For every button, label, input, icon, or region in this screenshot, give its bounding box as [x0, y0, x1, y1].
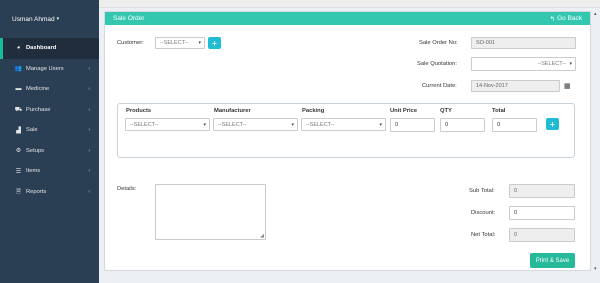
chevron-down-icon: ▾	[203, 121, 206, 128]
scroll-down-icon[interactable]: ▾	[594, 266, 597, 272]
col-total: Total	[492, 108, 506, 114]
sidebar-item-label: Dashboard	[26, 45, 57, 52]
net-total-field[interactable]: 0	[509, 228, 575, 242]
col-packing: Packing	[302, 108, 325, 114]
go-back-label: Go Back	[557, 15, 582, 22]
caret-down-icon: ▾	[56, 16, 60, 22]
chevron-left-icon: ‹	[88, 127, 90, 134]
sale-order-panel: Sale Order ↰ Go Back Customer: --SELECT-…	[104, 11, 591, 271]
sidebar-item-medicine[interactable]: ▬ Medicine ‹	[0, 79, 99, 100]
unit-price-value: 0	[395, 122, 399, 128]
sidebar: Usman Ahmad ▾ ◕ Dashboard 👥 Manage Users ‹ ▬ M…	[0, 0, 99, 283]
scroll-up-icon[interactable]: ▴	[594, 11, 597, 17]
col-unit-price: Unit Price	[390, 108, 418, 114]
manufacturer-select[interactable]: --SELECT-- ▾	[213, 118, 298, 131]
products-box: Products Manufacturer Packing Unit Price…	[117, 103, 575, 158]
chevron-left-icon: ‹	[88, 168, 90, 175]
briefcase-icon: ▬	[15, 86, 22, 93]
sidebar-item-label: Medicine	[26, 86, 50, 93]
sale-order-value: SO-001	[476, 40, 495, 46]
sidebar-item-manage-users[interactable]: 👥 Manage Users ‹	[0, 59, 99, 80]
sidebar-item-label: Reports	[26, 188, 47, 195]
go-back-button[interactable]: ↰ Go Back	[550, 15, 582, 23]
sidebar-item-sale[interactable]: ▟ Sale ‹	[0, 120, 99, 141]
customer-select-value: --SELECT--	[160, 40, 189, 46]
chevron-left-icon: ‹	[88, 106, 90, 113]
sale-quotation-value: --SELECT--	[537, 61, 566, 67]
sidebar-item-label: Purchase	[26, 106, 51, 113]
customer-select[interactable]: --SELECT-- ▾	[155, 37, 205, 49]
chevron-down-icon: ▾	[198, 40, 201, 46]
top-navbar	[99, 0, 600, 8]
list-icon: ☰	[15, 168, 22, 175]
sidebar-item-label: Setups	[26, 147, 45, 154]
packing-select-value: --SELECT--	[306, 121, 335, 128]
sub-total-label: Sub Total:	[469, 188, 495, 194]
chevron-left-icon: ‹	[88, 188, 90, 195]
chevron-left-icon: ‹	[88, 65, 90, 72]
products-select-value: --SELECT--	[130, 121, 159, 128]
panel-header: Sale Order ↰ Go Back	[105, 12, 590, 25]
sale-quotation-label: Sale Quotation:	[417, 61, 457, 67]
dashboard-icon: ◕	[16, 45, 21, 52]
qty-input[interactable]: 0	[440, 118, 485, 132]
sidebar-item-label: Items	[26, 168, 41, 175]
users-icon: 👥	[14, 66, 23, 73]
sidebar-item-setups[interactable]: ⚙ Setups ‹	[0, 141, 99, 162]
sale-order-label: Sale Order No:	[419, 40, 458, 46]
back-arrow-icon: ↰	[549, 15, 556, 23]
user-menu[interactable]: Usman Ahmad ▾	[0, 0, 99, 38]
print-save-button[interactable]: Print & Save	[530, 253, 575, 268]
total-input[interactable]: 0	[492, 118, 537, 132]
chevron-left-icon: ‹	[88, 86, 90, 93]
chevron-down-icon: ▾	[291, 121, 294, 128]
unit-price-input[interactable]: 0	[390, 118, 435, 132]
print-save-label: Print & Save	[535, 257, 570, 264]
add-customer-button[interactable]: +	[208, 37, 221, 49]
details-label: Details:	[117, 186, 137, 192]
discount-input[interactable]: 0	[509, 206, 575, 220]
current-date-value: 14-Nov-2017	[476, 83, 508, 89]
chevron-down-icon: ▾	[379, 121, 382, 128]
sidebar-item-items[interactable]: ☰ Items ‹	[0, 161, 99, 182]
user-name: Usman Ahmad	[12, 15, 55, 23]
sidebar-item-label: Sale	[26, 127, 38, 134]
chart-icon: ▟	[16, 127, 21, 134]
sub-total-field[interactable]: 0	[509, 184, 575, 198]
calendar-icon[interactable]: ▦	[564, 82, 571, 90]
discount-label: Discount:	[471, 210, 496, 216]
col-qty: QTY	[440, 108, 452, 114]
chevron-down-icon: ▾	[569, 61, 572, 67]
sidebar-item-reports[interactable]: 🗎 Reports ‹	[0, 182, 99, 203]
qty-value: 0	[445, 122, 449, 128]
manufacturer-select-value: --SELECT--	[218, 121, 247, 128]
total-value: 0	[497, 122, 501, 128]
products-select[interactable]: --SELECT-- ▾	[125, 118, 210, 131]
sale-quotation-select[interactable]: --SELECT-- ▾	[471, 57, 576, 71]
sub-total-value: 0	[514, 188, 518, 194]
panel-title: Sale Order	[113, 15, 145, 22]
gear-icon: ⚙	[15, 148, 22, 155]
current-date-field[interactable]: 14-Nov-2017	[471, 80, 560, 92]
col-products: Products	[126, 108, 152, 114]
current-date-label: Current Date:	[422, 83, 457, 89]
sale-order-field[interactable]: SO-001	[471, 37, 576, 49]
resize-handle-icon[interactable]: ◢	[260, 233, 264, 239]
sidebar-item-label: Manage Users	[26, 65, 64, 72]
cart-icon: ⛟	[14, 106, 23, 113]
add-product-button[interactable]: +	[546, 118, 559, 130]
chevron-left-icon: ‹	[88, 147, 90, 154]
col-manufacturer: Manufacturer	[214, 108, 251, 114]
file-icon: 🗎	[16, 188, 21, 195]
packing-select[interactable]: --SELECT-- ▾	[301, 118, 386, 131]
net-total-label: Net Total:	[471, 232, 496, 238]
sidebar-item-dashboard[interactable]: ◕ Dashboard	[0, 38, 99, 59]
details-textarea[interactable]: ◢	[155, 184, 266, 240]
customer-label: Customer:	[117, 40, 144, 46]
net-total-value: 0	[514, 232, 518, 238]
discount-value: 0	[514, 210, 518, 216]
sidebar-item-purchase[interactable]: ⛟ Purchase ‹	[0, 100, 99, 121]
